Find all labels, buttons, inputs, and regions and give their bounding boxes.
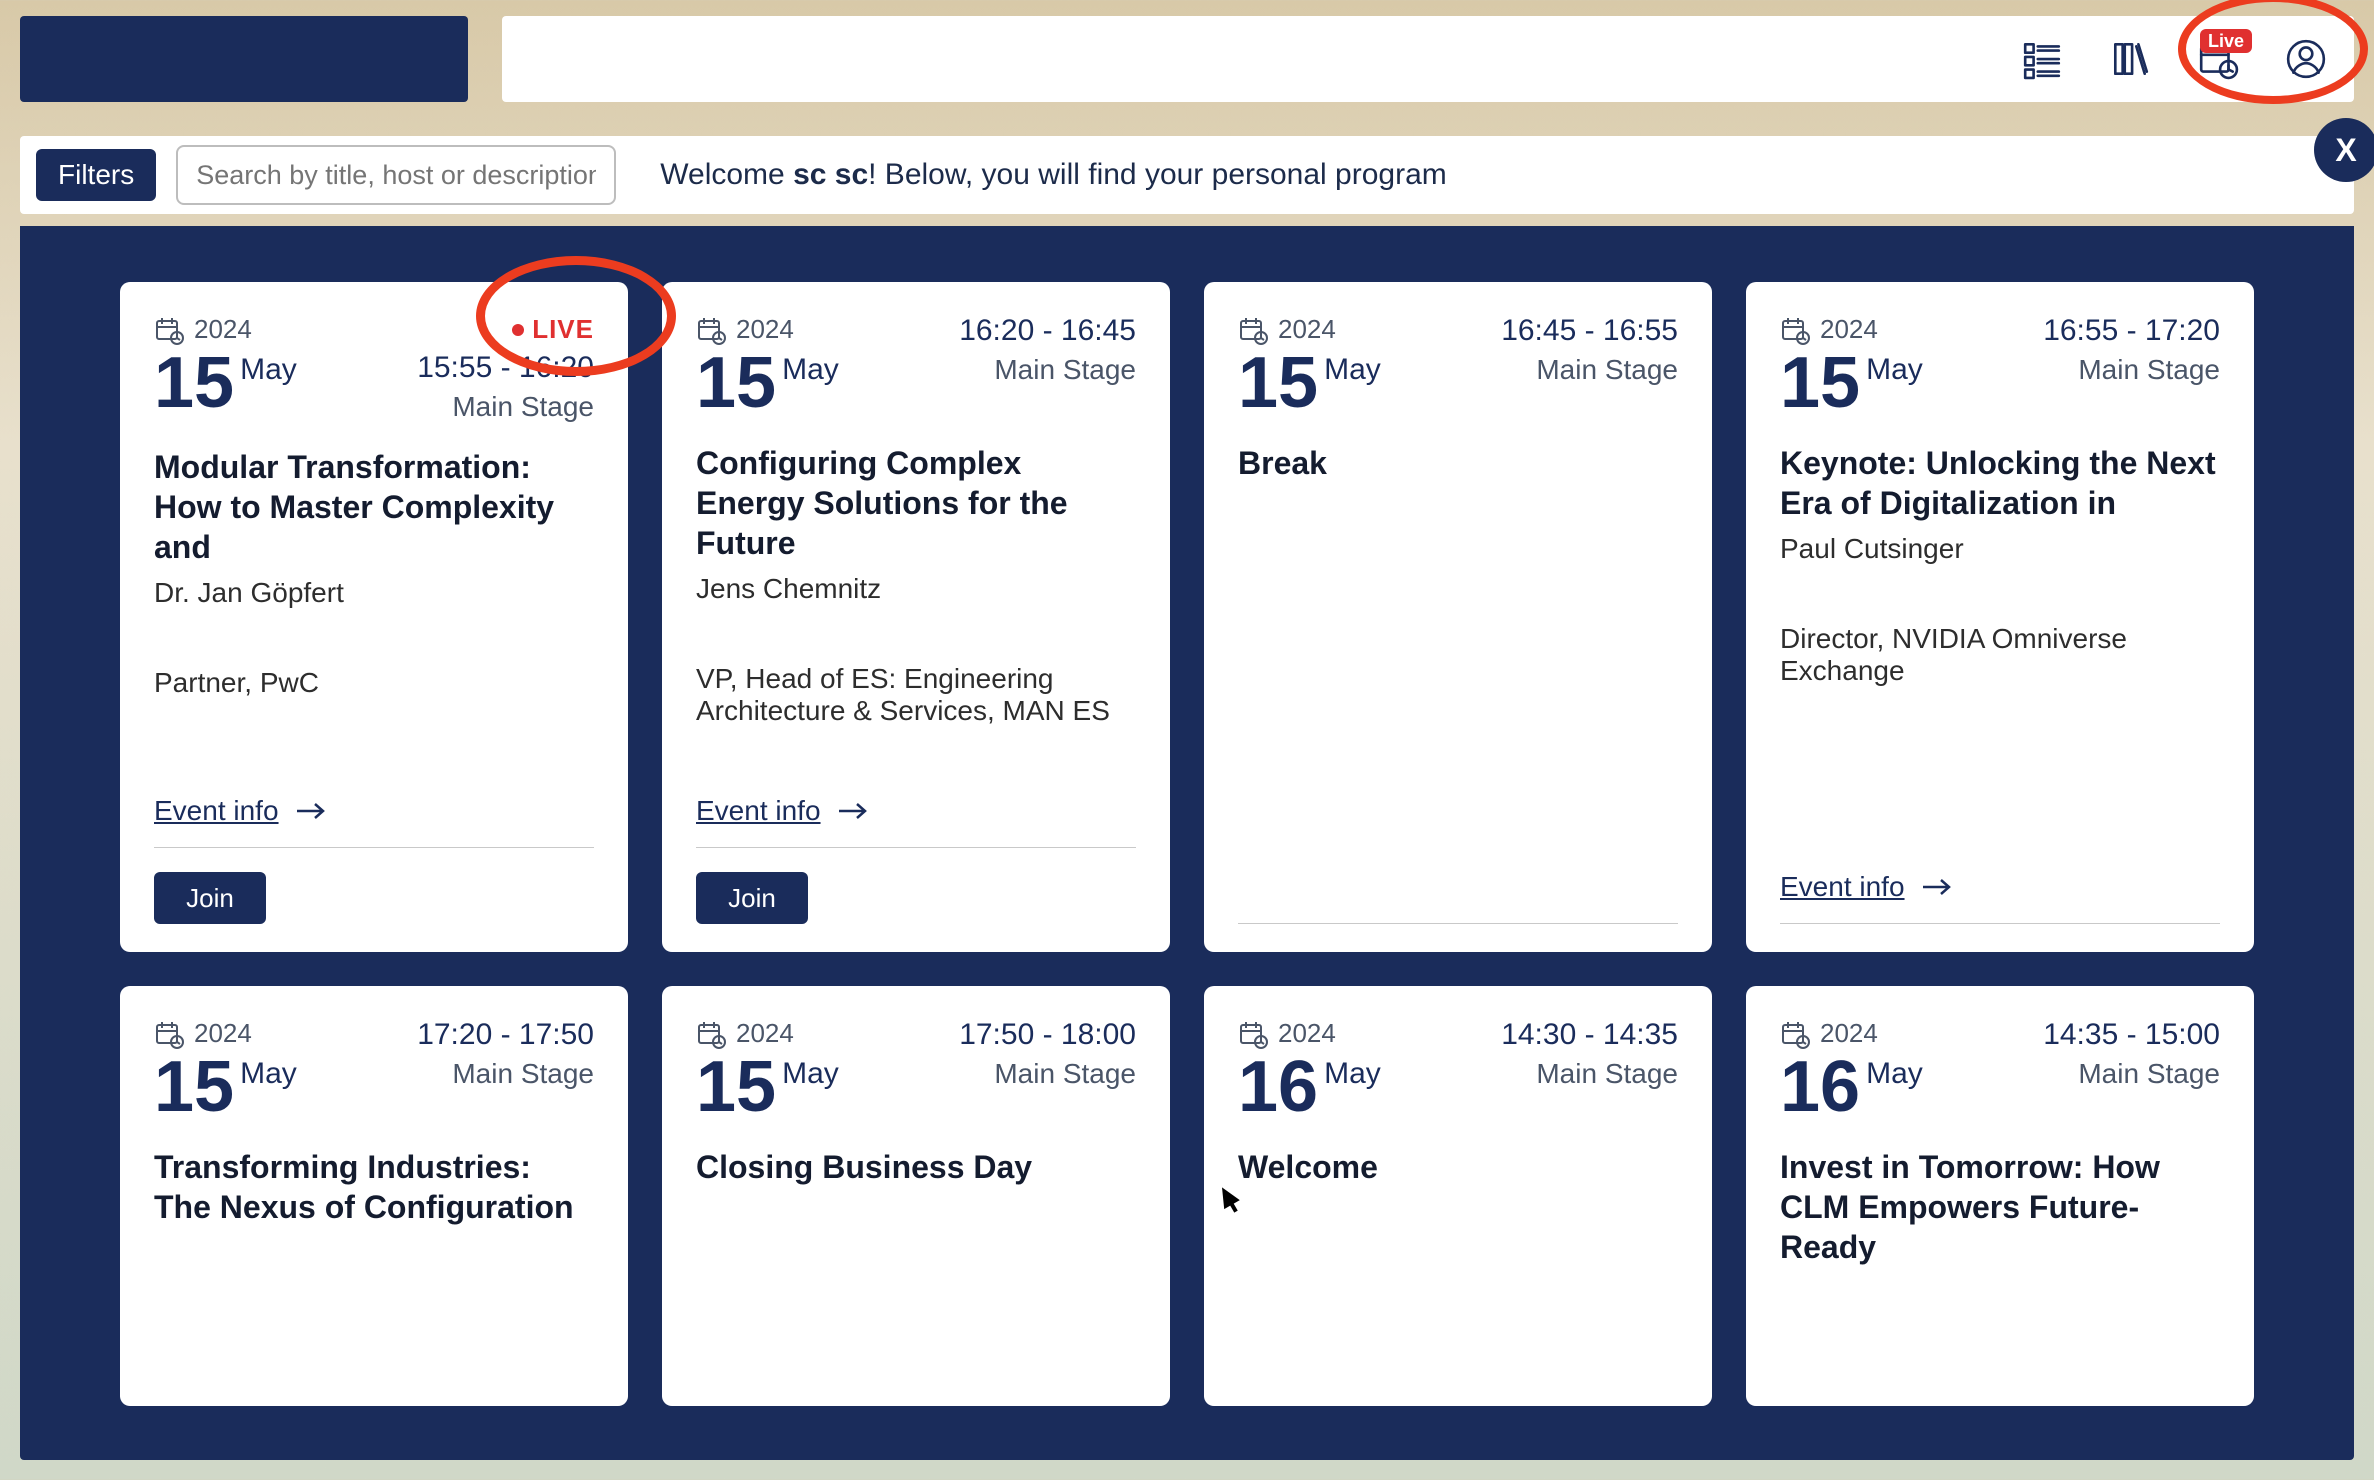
divider bbox=[154, 847, 594, 848]
card-month: May bbox=[1324, 1057, 1381, 1091]
schedule-icon[interactable]: Live bbox=[2194, 35, 2242, 83]
event-info-link[interactable]: Event info bbox=[696, 795, 1136, 827]
card-location: Main Stage bbox=[417, 1058, 594, 1090]
card-year: 2024 bbox=[696, 314, 839, 345]
card-day: 15 bbox=[154, 347, 234, 419]
card-title: Keynote: Unlocking the Next Era of Digit… bbox=[1780, 443, 2220, 523]
card-day: 16 bbox=[1780, 1051, 1860, 1123]
card-location: Main Stage bbox=[959, 354, 1136, 386]
card-month: May bbox=[1866, 353, 1923, 387]
card-day: 16 bbox=[1238, 1051, 1318, 1123]
event-info-link[interactable]: Event info bbox=[1780, 871, 2220, 903]
card-day: 15 bbox=[1238, 347, 1318, 419]
card-day: 15 bbox=[696, 1051, 776, 1123]
event-card[interactable]: 202415May 16:20 - 16:45 Main Stage Configur… bbox=[662, 282, 1170, 952]
card-month: May bbox=[1324, 353, 1381, 387]
logo-area bbox=[20, 16, 468, 102]
divider bbox=[1238, 923, 1678, 924]
card-time: 14:30 - 14:35 bbox=[1501, 1018, 1678, 1052]
card-month: May bbox=[782, 353, 839, 387]
card-location: Main Stage bbox=[417, 391, 594, 423]
card-time: 16:55 - 17:20 bbox=[2043, 314, 2220, 348]
card-day: 15 bbox=[696, 347, 776, 419]
card-month: May bbox=[1866, 1057, 1923, 1091]
event-card[interactable]: 202415May LIVE 15:55 - 16:20 Main Stage Modu… bbox=[120, 282, 628, 952]
card-role: VP, Head of ES: Engineering Architecture… bbox=[696, 663, 1136, 727]
card-location: Main Stage bbox=[2043, 354, 2220, 386]
card-title: Break bbox=[1238, 443, 1678, 483]
card-day: 15 bbox=[1780, 347, 1860, 419]
card-time: 14:35 - 15:00 bbox=[2043, 1018, 2220, 1052]
card-time: 15:55 - 16:20 bbox=[417, 351, 594, 385]
card-time: 16:20 - 16:45 bbox=[959, 314, 1136, 348]
card-time: 16:45 - 16:55 bbox=[1501, 314, 1678, 348]
event-info-link[interactable]: Event info bbox=[154, 795, 594, 827]
card-location: Main Stage bbox=[959, 1058, 1136, 1090]
card-time: 17:50 - 18:00 bbox=[959, 1018, 1136, 1052]
event-card[interactable]: 202415May 17:20 - 17:50 Main Stage Transfor… bbox=[120, 986, 628, 1406]
card-year: 2024 bbox=[1238, 1018, 1381, 1049]
close-button[interactable]: X bbox=[2314, 118, 2374, 182]
card-title: Welcome bbox=[1238, 1147, 1678, 1187]
join-button[interactable]: Join bbox=[154, 872, 266, 924]
card-year: 2024 bbox=[1780, 314, 1923, 345]
card-speaker: Dr. Jan Göpfert bbox=[154, 577, 594, 609]
divider bbox=[1780, 923, 2220, 924]
card-role: Partner, PwC bbox=[154, 667, 594, 699]
card-year: 2024 bbox=[154, 314, 297, 345]
card-speaker: Paul Cutsinger bbox=[1780, 533, 2220, 565]
filters-button[interactable]: Filters bbox=[36, 149, 156, 201]
toolbar: Live bbox=[502, 16, 2354, 102]
program-panel: 202415MayLIVE15:55 - 16:20Main StageModu… bbox=[20, 226, 2354, 1460]
card-location: Main Stage bbox=[1501, 354, 1678, 386]
card-month: May bbox=[782, 1057, 839, 1091]
join-button[interactable]: Join bbox=[696, 872, 808, 924]
event-card[interactable]: 202416May 14:35 - 15:00 Main Stage Invest i… bbox=[1746, 986, 2254, 1406]
card-year: 2024 bbox=[154, 1018, 297, 1049]
card-day: 15 bbox=[154, 1051, 234, 1123]
profile-icon[interactable] bbox=[2282, 35, 2330, 83]
card-year: 2024 bbox=[1238, 314, 1381, 345]
card-location: Main Stage bbox=[1501, 1058, 1678, 1090]
search-input[interactable] bbox=[176, 145, 616, 205]
filter-bar: Filters Welcome sc sc! Below, you will f… bbox=[20, 136, 2354, 214]
welcome-message: Welcome sc sc! Below, you will find your… bbox=[660, 158, 1447, 192]
agenda-icon[interactable] bbox=[2018, 35, 2066, 83]
card-month: May bbox=[240, 353, 297, 387]
card-time: 17:20 - 17:50 bbox=[417, 1018, 594, 1052]
card-title: Configuring Complex Energy Solutions for… bbox=[696, 443, 1136, 563]
card-location: Main Stage bbox=[2043, 1058, 2220, 1090]
card-month: May bbox=[240, 1057, 297, 1091]
card-year: 2024 bbox=[1780, 1018, 1923, 1049]
card-title: Transforming Industries: The Nexus of Co… bbox=[154, 1147, 594, 1227]
card-title: Closing Business Day bbox=[696, 1147, 1136, 1187]
event-card[interactable]: 202415May 17:50 - 18:00 Main Stage Closing … bbox=[662, 986, 1170, 1406]
library-icon[interactable] bbox=[2106, 35, 2154, 83]
card-title: Invest in Tomorrow: How CLM Empowers Fut… bbox=[1780, 1147, 2220, 1267]
event-card[interactable]: 202416May 14:30 - 14:35 Main Stage Welcome bbox=[1204, 986, 1712, 1406]
card-role: Director, NVIDIA Omniverse Exchange bbox=[1780, 623, 2220, 687]
live-indicator: LIVE bbox=[417, 314, 594, 345]
card-title: Modular Transformation: How to Master Co… bbox=[154, 447, 594, 567]
divider bbox=[696, 847, 1136, 848]
event-card[interactable]: 202415May 16:45 - 16:55 Main Stage Break bbox=[1204, 282, 1712, 952]
live-badge: Live bbox=[2200, 29, 2252, 53]
card-year: 2024 bbox=[696, 1018, 839, 1049]
card-speaker: Jens Chemnitz bbox=[696, 573, 1136, 605]
event-card[interactable]: 202415May 16:55 - 17:20 Main Stage Keynote:… bbox=[1746, 282, 2254, 952]
